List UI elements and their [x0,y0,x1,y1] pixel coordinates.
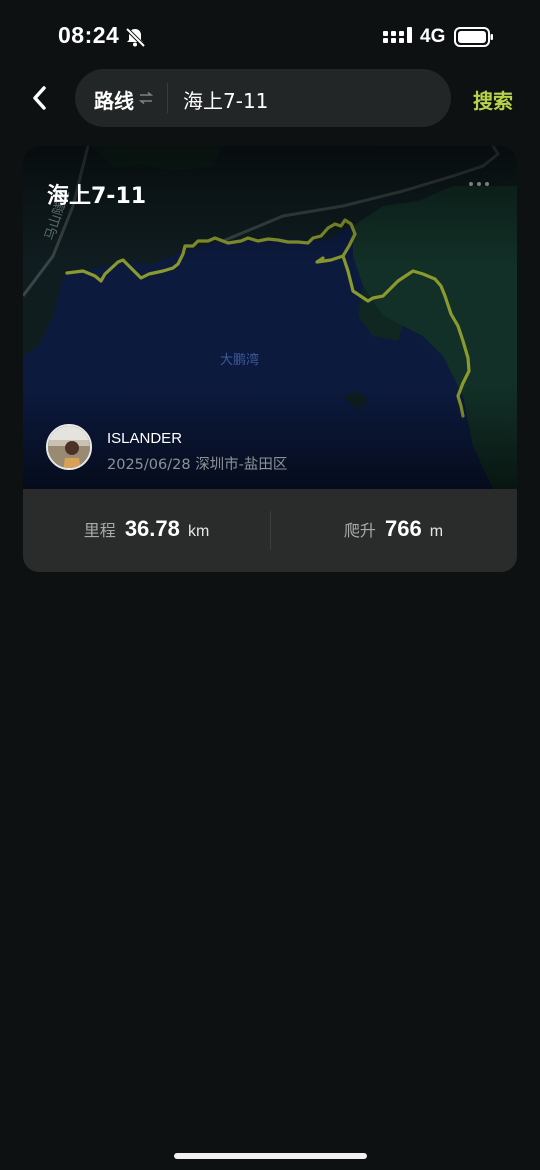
search-button[interactable]: 搜索 [473,85,513,114]
climb-unit: m [429,523,444,540]
status-bar: 08:24 4G [0,0,540,72]
route-title: 海上7-11 [47,184,147,209]
battery-icon [454,27,493,47]
distance-stat: 里程 36.78 km [23,516,270,542]
home-indicator[interactable] [174,1153,367,1159]
search-input[interactable]: 海上7-11 [183,85,268,114]
back-button[interactable] [22,80,56,116]
climb-stat: 爬升 766 m [270,516,517,542]
bay-label: 大鹏湾 [220,352,259,368]
distance-unit: km [187,523,210,540]
author-name[interactable]: ISLANDER [107,430,182,447]
distance-label: 里程 [83,521,116,540]
network-type: 4G [420,26,446,47]
chevron-left-icon [33,86,46,110]
climb-label: 爬升 [343,521,376,540]
route-stats: 里程 36.78 km 爬升 766 m [23,489,517,572]
status-time: 08:24 [58,22,120,48]
climb-value: 766 [384,516,422,541]
avatar[interactable] [46,424,92,470]
route-date: 2025/06/28 [107,457,191,473]
search-bar[interactable]: 路线 海上7-11 [75,69,451,127]
search-divider [167,83,168,113]
route-card[interactable]: 大鹏湾 马山隧道 海上7-11 ISLANDER 2025/06/28 深圳市-… [23,146,517,572]
swap-icon[interactable] [139,91,153,105]
route-type-selector[interactable]: 路线 [94,85,134,114]
signal-icon [383,27,412,43]
more-icon[interactable] [467,178,491,190]
distance-value: 36.78 [124,516,180,541]
route-location: 深圳市-盐田区 [195,457,288,473]
bell-off-icon [125,27,146,48]
route-meta: 2025/06/28 深圳市-盐田区 [107,453,287,474]
